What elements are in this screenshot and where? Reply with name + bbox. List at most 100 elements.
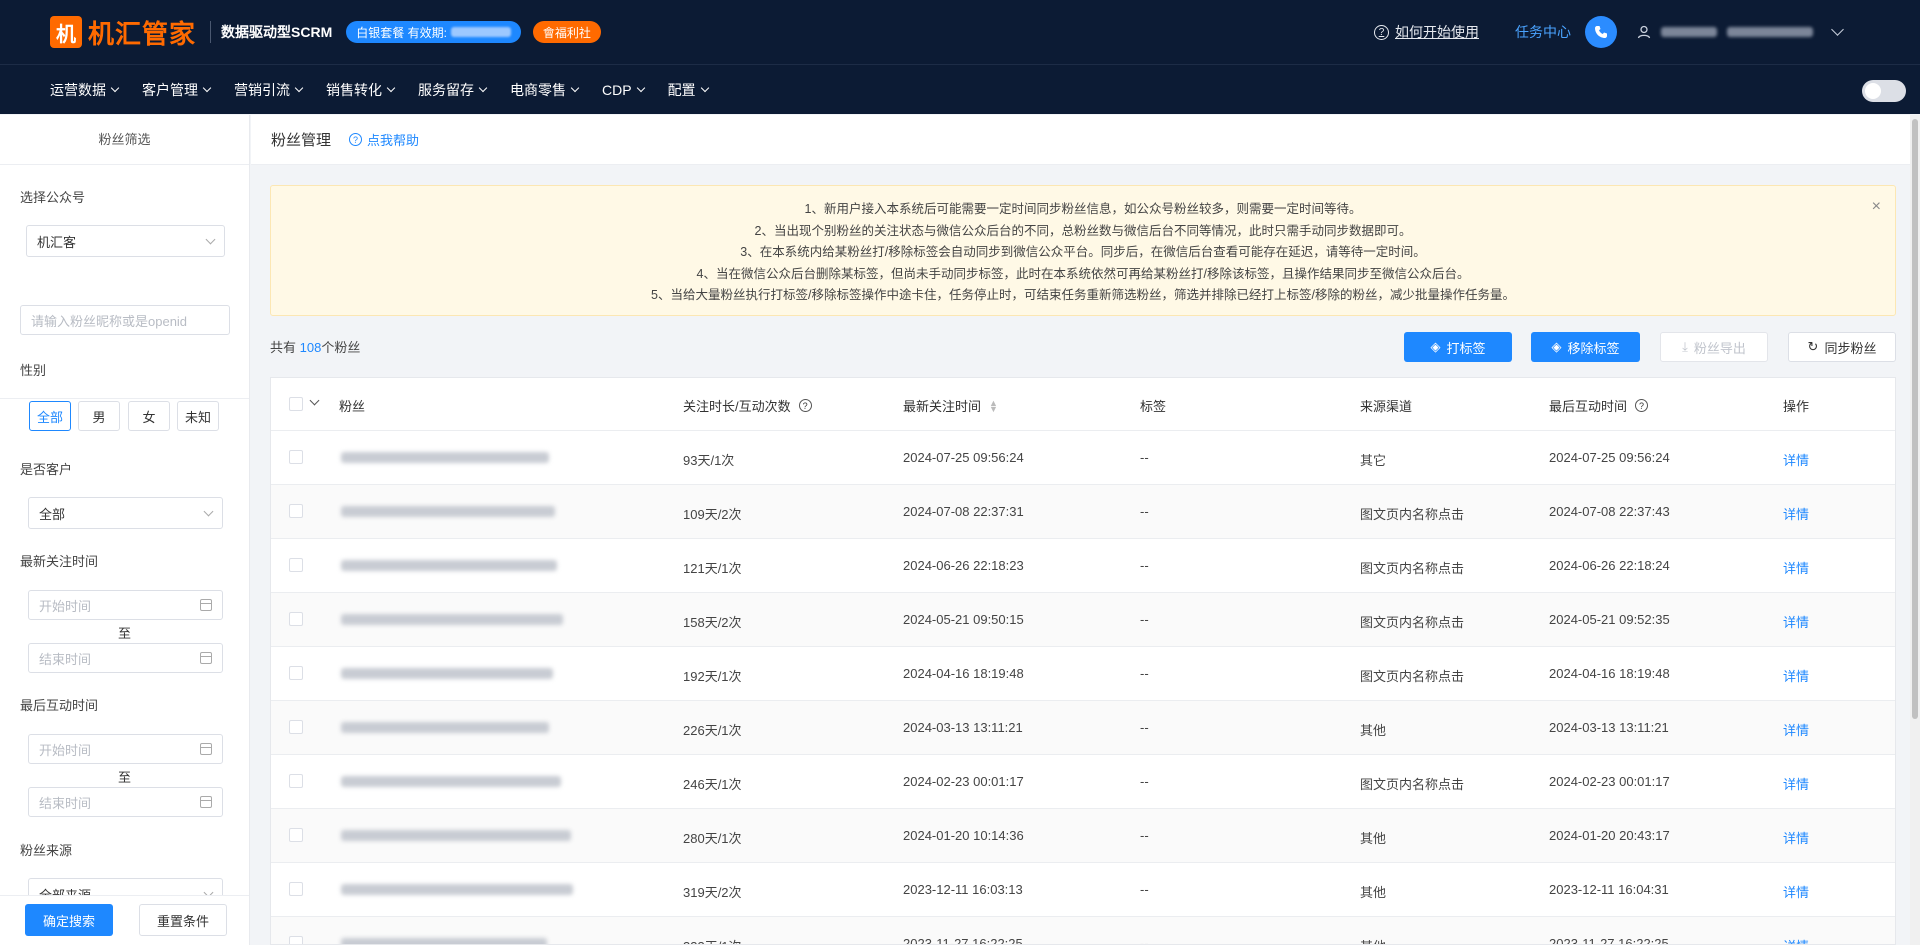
row-checkbox[interactable] bbox=[289, 612, 303, 626]
untag-button[interactable]: ◈ 移除标签 bbox=[1531, 332, 1640, 362]
follow-time-cell: 2024-05-21 09:50:15 bbox=[903, 612, 1024, 627]
detail-link[interactable]: 详情 bbox=[1783, 720, 1809, 739]
welfare-badge[interactable]: 會福利社 bbox=[532, 21, 601, 43]
close-icon[interactable]: × bbox=[1872, 198, 1881, 216]
detail-link[interactable]: 详情 bbox=[1783, 828, 1809, 847]
source-label: 粉丝来源 bbox=[20, 843, 73, 858]
fan-name-redacted bbox=[341, 452, 549, 463]
help-link[interactable]: ? 点我帮助 bbox=[349, 130, 419, 149]
logo-mark: 机 bbox=[50, 16, 82, 48]
detail-link[interactable]: 详情 bbox=[1783, 450, 1809, 469]
sidebar-divider bbox=[0, 398, 249, 399]
table-header: 粉丝 关注时长/互动次数 ? 最新关注时间 ▲ ▼ 标签 来源渠道 最后互动时间 … bbox=[271, 378, 1895, 431]
notice-line: 2、当出现个别粉丝的关注状态与微信公众后台的不同，总粉丝数与微信后台不同等情况，… bbox=[754, 223, 1412, 238]
row-checkbox[interactable] bbox=[289, 936, 303, 944]
nav-sales[interactable]: 销售转化 bbox=[326, 80, 396, 100]
tag-button[interactable]: ◈ 打标签 bbox=[1404, 332, 1512, 362]
fan-name-redacted bbox=[341, 938, 547, 944]
help-label: 点我帮助 bbox=[367, 133, 420, 148]
account-select[interactable]: 机汇客 bbox=[26, 225, 225, 257]
question-icon[interactable]: ? bbox=[1635, 399, 1649, 412]
latest-interact-label: 最后互动时间 bbox=[20, 698, 99, 713]
search-input[interactable]: 请输入粉丝昵称或是openid bbox=[20, 305, 230, 335]
interact-end-input[interactable]: 结束时间 bbox=[28, 787, 223, 817]
tag-icon: ◈ bbox=[1551, 339, 1562, 354]
phone-button[interactable] bbox=[1585, 16, 1617, 48]
confirm-search-button[interactable]: 确定搜索 bbox=[25, 904, 113, 936]
calendar-icon bbox=[200, 652, 212, 664]
detail-link[interactable]: 详情 bbox=[1783, 936, 1809, 944]
nav-ecommerce[interactable]: 电商零售 bbox=[510, 80, 580, 100]
sort-icon[interactable]: ▲ ▼ bbox=[989, 398, 998, 413]
notice-line: 4、当在微信公众后台删除某标签，但尚未手动同步标签，此时在本系统依然可再给某粉丝… bbox=[696, 266, 1470, 281]
notice-line: 1、新用户接入本系统后可能需要一定时间同步粉丝信息，如公众号粉丝较多，则需要一定… bbox=[804, 202, 1362, 216]
nav-operation-data[interactable]: 运营数据 bbox=[50, 80, 120, 100]
sidebar-title: 粉丝筛选 bbox=[0, 115, 249, 165]
calendar-icon bbox=[200, 599, 212, 611]
is-customer-select[interactable]: 全部 bbox=[28, 497, 223, 529]
interact-time-cell: 2024-02-23 00:01:17 bbox=[1549, 774, 1670, 789]
to-text: 至 bbox=[118, 770, 132, 785]
account-label: 选择公众号 bbox=[20, 190, 86, 205]
sync-button[interactable]: ↻ 同步粉丝 bbox=[1788, 332, 1896, 362]
page-title: 粉丝管理 bbox=[271, 132, 332, 149]
nav-service[interactable]: 服务留存 bbox=[418, 80, 488, 100]
follow-end-input[interactable]: 结束时间 bbox=[28, 643, 223, 673]
interact-time-cell: 2024-03-13 13:11:21 bbox=[1549, 720, 1669, 735]
gender-unknown[interactable]: 未知 bbox=[177, 401, 219, 431]
nav-label: 营销引流 bbox=[234, 81, 290, 98]
question-icon[interactable]: ? bbox=[798, 399, 812, 412]
row-checkbox[interactable] bbox=[289, 882, 303, 896]
follow-time-cell: 2023-11-27 16:22:25 bbox=[903, 936, 1023, 945]
interact-start-input[interactable]: 开始时间 bbox=[28, 734, 223, 764]
follow-time-cell: 2023-12-11 16:03:13 bbox=[903, 882, 1023, 897]
row-checkbox[interactable] bbox=[289, 720, 303, 734]
row-checkbox[interactable] bbox=[289, 450, 303, 464]
nav-customer-management[interactable]: 客户管理 bbox=[142, 80, 212, 100]
page-header: 粉丝管理 ? 点我帮助 bbox=[251, 115, 1920, 165]
row-checkbox[interactable] bbox=[289, 666, 303, 680]
export-button[interactable]: ⤓ 粉丝导出 bbox=[1660, 332, 1768, 362]
detail-link[interactable]: 详情 bbox=[1783, 774, 1809, 793]
logo[interactable]: 机 机汇管家 bbox=[50, 14, 196, 51]
row-checkbox[interactable] bbox=[289, 828, 303, 842]
detail-link[interactable]: 详情 bbox=[1783, 882, 1809, 901]
detail-link[interactable]: 详情 bbox=[1783, 612, 1809, 631]
plan-badge[interactable]: 白银套餐 有效期: bbox=[346, 21, 521, 43]
nav-marketing[interactable]: 营销引流 bbox=[234, 80, 304, 100]
follow-start-input[interactable]: 开始时间 bbox=[28, 590, 223, 620]
detail-link[interactable]: 详情 bbox=[1783, 504, 1809, 523]
gender-all[interactable]: 全部 bbox=[29, 401, 71, 431]
select-all-checkbox[interactable] bbox=[289, 397, 303, 411]
plan-expiry-redacted bbox=[450, 27, 511, 37]
task-center-link[interactable]: 任务中心 bbox=[1515, 22, 1571, 42]
detail-link[interactable]: 详情 bbox=[1783, 558, 1809, 577]
page-scrollbar[interactable] bbox=[1910, 115, 1920, 945]
table-row: 333天/1次 2023-11-27 16:22:25 -- 其他 2023-11-27… bbox=[271, 917, 1895, 945]
nav-cdp[interactable]: CDP bbox=[602, 80, 645, 100]
scrollbar-thumb[interactable] bbox=[1912, 119, 1918, 719]
nav-label: CDP bbox=[602, 81, 632, 98]
row-checkbox[interactable] bbox=[289, 558, 303, 572]
col-interact-time-label: 最后互动时间 bbox=[1549, 399, 1628, 414]
gender-female[interactable]: 女 bbox=[128, 401, 170, 431]
row-checkbox[interactable] bbox=[289, 504, 303, 518]
nav-settings[interactable]: 配置 bbox=[667, 80, 709, 100]
username-redacted bbox=[1661, 27, 1717, 37]
theme-toggle[interactable] bbox=[1862, 80, 1906, 102]
row-checkbox[interactable] bbox=[289, 774, 303, 788]
search-placeholder: 请输入粉丝昵称或是openid bbox=[31, 313, 188, 329]
tag-cell: -- bbox=[1140, 666, 1149, 681]
nav-label: 配置 bbox=[667, 81, 696, 98]
chevron-down-icon[interactable] bbox=[309, 395, 320, 406]
detail-link[interactable]: 详情 bbox=[1783, 666, 1809, 685]
source-cell: 其他 bbox=[1360, 936, 1386, 944]
gender-male[interactable]: 男 bbox=[78, 401, 120, 431]
interact-time-cell: 2024-05-21 09:52:35 bbox=[1549, 612, 1670, 627]
how-to-start-link[interactable]: ? 如何开始使用 bbox=[1374, 22, 1479, 42]
user-menu[interactable] bbox=[1637, 23, 1844, 39]
tag-cell: -- bbox=[1140, 450, 1149, 465]
reset-button[interactable]: 重置条件 bbox=[139, 904, 227, 936]
col-follow-time[interactable]: 最新关注时间 ▲ ▼ bbox=[903, 396, 998, 415]
tag-button-label: 打标签 bbox=[1446, 340, 1486, 356]
